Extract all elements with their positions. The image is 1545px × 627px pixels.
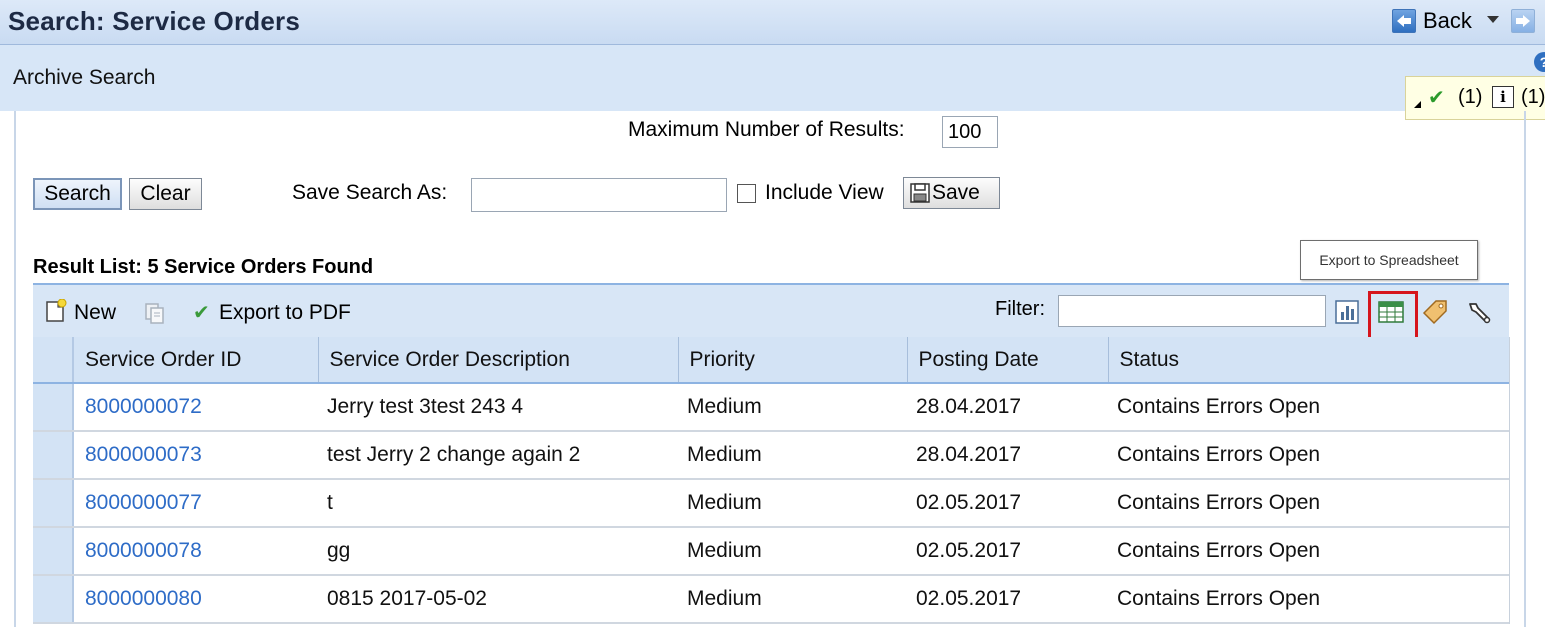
posting-date: 02.05.2017 (907, 527, 1108, 576)
forward-arrow-icon[interactable] (1511, 9, 1535, 33)
posting-date: 02.05.2017 (907, 479, 1108, 528)
resize-corner-icon[interactable] (1414, 101, 1421, 108)
select-all-cell[interactable] (33, 337, 74, 384)
row-selector[interactable] (33, 383, 74, 432)
table-row: 8000000077 t Medium 02.05.2017 Contains … (33, 479, 1510, 528)
result-list-title: Result List: 5 Service Orders Found (33, 256, 374, 278)
bar-chart-icon[interactable] (1334, 299, 1360, 325)
service-order-id-link[interactable]: 8000000073 (73, 431, 318, 480)
include-view-checkbox[interactable] (737, 184, 756, 203)
status: Contains Errors Open (1108, 527, 1510, 576)
service-order-id-link[interactable]: 8000000078 (73, 527, 318, 576)
service-order-description: Jerry test 3test 243 4 (318, 383, 678, 432)
priority: Medium (678, 575, 907, 624)
status: Contains Errors Open (1108, 431, 1510, 480)
info-icon[interactable]: i (1492, 86, 1514, 108)
back-arrow-icon[interactable] (1392, 9, 1416, 33)
archive-search-header (0, 45, 1545, 111)
checkmark-icon[interactable]: ✔ (193, 300, 210, 325)
max-results-label: Maximum Number of Results: (628, 118, 905, 141)
results-table: Service Order ID Service Order Descripti… (33, 337, 1510, 624)
status: Contains Errors Open (1108, 479, 1510, 528)
table-header-row: Service Order ID Service Order Descripti… (33, 337, 1510, 384)
row-selector[interactable] (33, 527, 74, 576)
service-order-id-link[interactable]: 8000000072 (73, 383, 318, 432)
table-row: 8000000080 0815 2017-05-02 Medium 02.05.… (33, 575, 1510, 624)
save-search-label: Save Search As: (292, 181, 448, 204)
dropdown-arrow-icon[interactable] (1487, 16, 1499, 23)
floppy-disk-icon (910, 183, 930, 203)
table-row: 8000000078 gg Medium 02.05.2017 Contains… (33, 527, 1510, 576)
posting-date: 02.05.2017 (907, 575, 1108, 624)
success-check-icon[interactable]: ✔ (1428, 85, 1445, 110)
table-row: 8000000072 Jerry test 3test 243 4 Medium… (33, 383, 1510, 432)
panel-border-right (1524, 111, 1526, 627)
column-header-service-order-id[interactable]: Service Order ID (73, 337, 319, 384)
export-pdf-button[interactable]: Export to PDF (219, 301, 351, 325)
save-button[interactable]: Save (903, 177, 1000, 209)
save-search-input[interactable] (471, 178, 727, 212)
column-header-description[interactable]: Service Order Description (318, 337, 679, 384)
new-document-icon[interactable] (45, 298, 67, 323)
column-header-posting-date[interactable]: Posting Date (907, 337, 1109, 384)
service-order-description: gg (318, 527, 678, 576)
wrench-icon[interactable] (1466, 300, 1492, 326)
service-order-id-link[interactable]: 8000000080 (73, 575, 318, 624)
priority: Medium (678, 383, 907, 432)
archive-search-title[interactable]: Archive Search (13, 66, 155, 90)
info-message-count[interactable]: (1) (1521, 86, 1545, 109)
filter-label: Filter: (995, 298, 1045, 320)
clear-button[interactable]: Clear (129, 178, 202, 210)
save-button-label: Save (932, 181, 980, 204)
export-spreadsheet-tooltip: Export to Spreadsheet (1300, 240, 1478, 280)
tag-icon[interactable] (1422, 299, 1448, 325)
priority: Medium (678, 527, 907, 576)
service-order-description: t (318, 479, 678, 528)
page-title: Search: Service Orders (8, 6, 301, 36)
column-header-status[interactable]: Status (1108, 337, 1510, 384)
search-button[interactable]: Search (33, 178, 122, 210)
service-order-description: test Jerry 2 change again 2 (318, 431, 678, 480)
service-order-description: 0815 2017-05-02 (318, 575, 678, 624)
spreadsheet-icon[interactable] (1378, 299, 1404, 325)
max-results-input[interactable] (942, 116, 998, 148)
new-button[interactable]: New (74, 301, 116, 325)
row-selector[interactable] (33, 479, 74, 528)
column-header-priority[interactable]: Priority (678, 337, 908, 384)
filter-input[interactable] (1058, 295, 1326, 327)
posting-date: 28.04.2017 (907, 431, 1108, 480)
copy-icon[interactable] (143, 301, 167, 325)
status: Contains Errors Open (1108, 383, 1510, 432)
status: Contains Errors Open (1108, 575, 1510, 624)
back-button[interactable]: Back (1423, 8, 1472, 34)
posting-date: 28.04.2017 (907, 383, 1108, 432)
include-view-label[interactable]: Include View (765, 181, 884, 205)
service-order-id-link[interactable]: 8000000077 (73, 479, 318, 528)
priority: Medium (678, 479, 907, 528)
row-selector[interactable] (33, 431, 74, 480)
table-row: 8000000073 test Jerry 2 change again 2 M… (33, 431, 1510, 480)
success-message-count[interactable]: (1) (1458, 86, 1482, 109)
panel-border-left (14, 111, 16, 627)
row-selector[interactable] (33, 575, 74, 624)
priority: Medium (678, 431, 907, 480)
